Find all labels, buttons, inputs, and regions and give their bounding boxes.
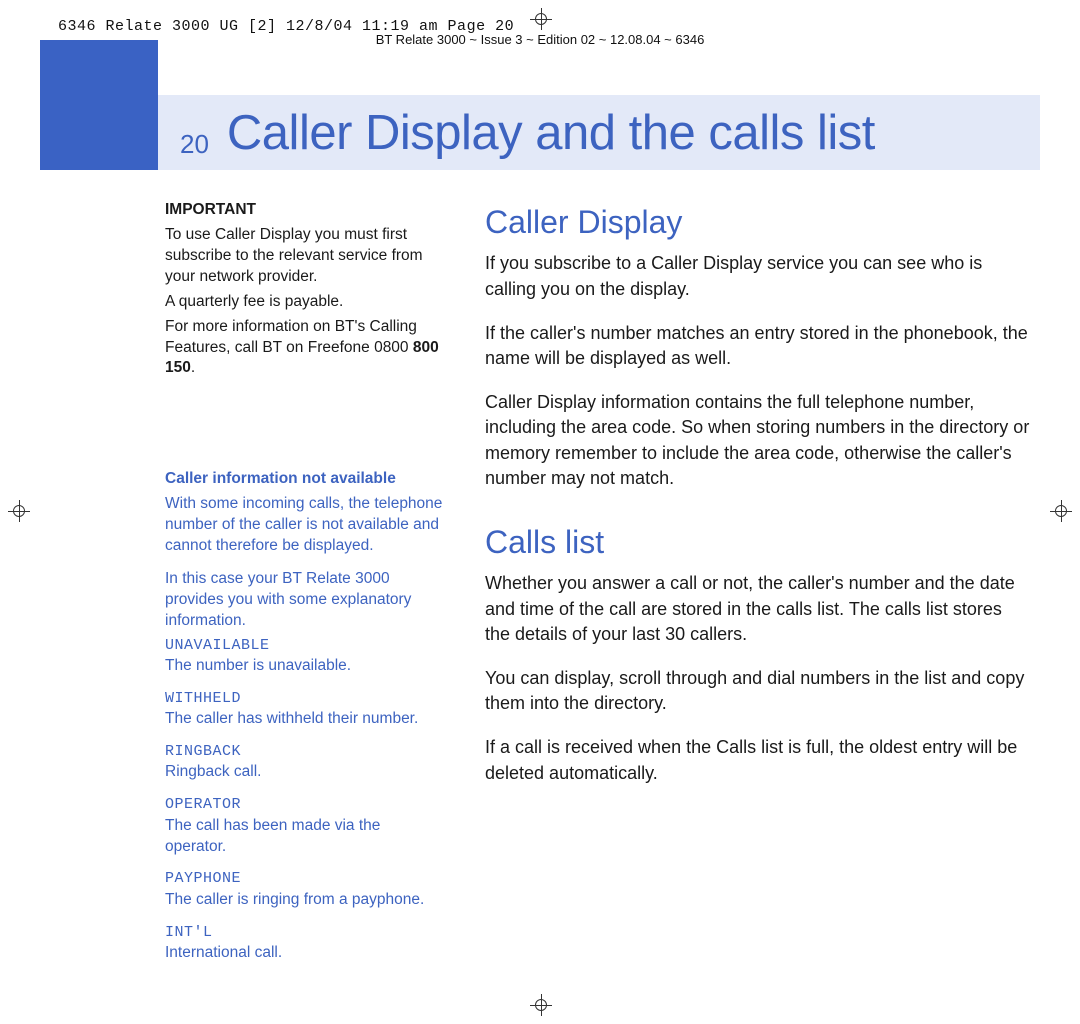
- status-code: RINGBACK: [165, 742, 445, 762]
- section-heading: Caller Display: [485, 200, 1030, 245]
- crop-reg-mark-icon: [1050, 500, 1072, 522]
- page-number: 20: [180, 129, 209, 170]
- status-desc: The caller has withheld their number.: [165, 710, 418, 727]
- status-item: PAYPHONE The caller is ringing from a pay…: [165, 869, 445, 910]
- body-paragraph: Caller Display information contains the …: [485, 390, 1030, 492]
- document-footer-id: BT Relate 3000 ~ Issue 3 ~ Edition 02 ~ …: [0, 32, 1080, 47]
- status-desc: Ringback call.: [165, 763, 262, 780]
- caller-info-body: With some incoming calls, the telephone …: [165, 494, 445, 557]
- important-heading: IMPORTANT: [165, 200, 445, 221]
- status-code: OPERATOR: [165, 795, 445, 815]
- status-item: RINGBACKRingback call.: [165, 742, 445, 783]
- status-item: UNAVAILABLEThe number is unavailable.: [165, 636, 445, 677]
- status-code: UNAVAILABLE: [165, 636, 445, 656]
- status-item: WITHHELDThe caller has withheld their nu…: [165, 689, 445, 730]
- body-paragraph: Whether you answer a call or not, the ca…: [485, 571, 1030, 648]
- status-desc: The number is unavailable.: [165, 657, 351, 674]
- caller-info-heading: Caller information not available: [165, 469, 445, 490]
- sidebar: IMPORTANT To use Caller Display you must…: [165, 200, 445, 994]
- important-box: IMPORTANT To use Caller Display you must…: [165, 200, 445, 379]
- body-paragraph: If the caller's number matches an entry …: [485, 321, 1030, 372]
- status-item: OPERATORThe call has been made via the o…: [165, 795, 445, 857]
- chapter-title: Caller Display and the calls list: [227, 105, 875, 161]
- status-desc: The call has been made via the operator.: [165, 817, 380, 855]
- status-desc: International call.: [165, 944, 282, 961]
- body-paragraph: If a call is received when the Calls lis…: [485, 735, 1030, 786]
- status-code-list: UNAVAILABLEThe number is unavailable. WIT…: [165, 636, 445, 964]
- status-code: WITHHELD: [165, 689, 445, 709]
- status-code: INT'L: [165, 923, 445, 943]
- caller-info-box: Caller information not available With so…: [165, 469, 445, 963]
- side-color-tab: [40, 40, 158, 170]
- status-item: INT'LInternational call.: [165, 923, 445, 964]
- body-paragraph: You can display, scroll through and dial…: [485, 666, 1030, 717]
- crop-reg-mark-icon: [530, 8, 552, 30]
- main-column: Caller Display If you subscribe to a Cal…: [485, 200, 1030, 994]
- important-body: A quarterly fee is payable.: [165, 292, 445, 313]
- crop-reg-mark-icon: [530, 994, 552, 1016]
- chapter-header: 20 Caller Display and the calls list: [158, 95, 1040, 170]
- section-heading: Calls list: [485, 520, 1030, 565]
- crop-reg-mark-icon: [8, 500, 30, 522]
- status-code: PAYPHONE: [165, 869, 445, 889]
- body-paragraph: If you subscribe to a Caller Display ser…: [485, 251, 1030, 302]
- body-columns: IMPORTANT To use Caller Display you must…: [165, 200, 1030, 994]
- status-desc: The caller is ringing from a payphone.: [165, 891, 424, 908]
- caller-info-body: In this case your BT Relate 3000 provide…: [165, 569, 445, 632]
- important-body: To use Caller Display you must first sub…: [165, 225, 445, 288]
- important-body: For more information on BT's Calling Fea…: [165, 317, 445, 380]
